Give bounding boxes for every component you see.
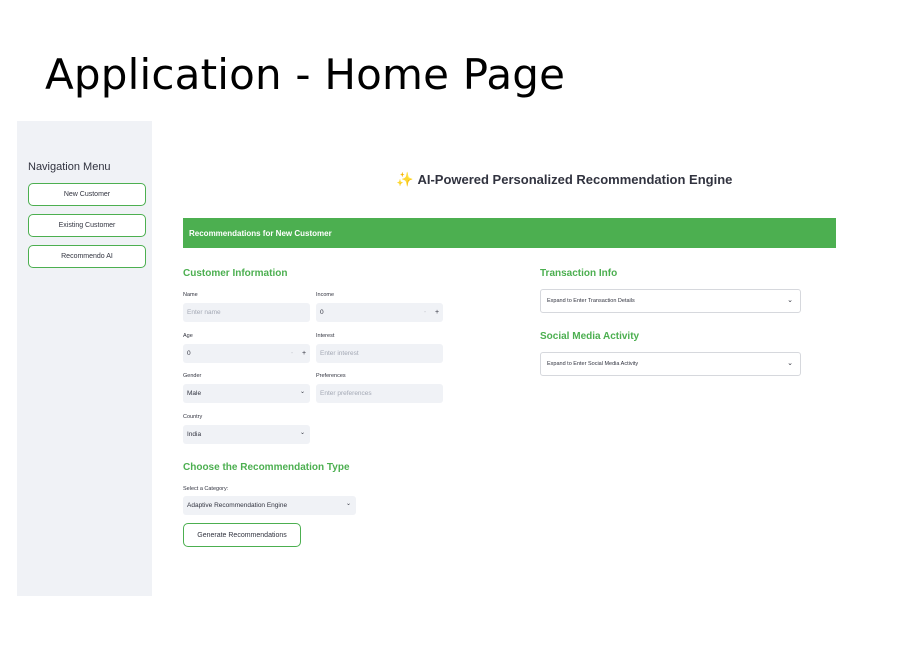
category-select[interactable]: Adaptive Recommendation Engine ⌄ — [183, 496, 356, 515]
slide-title: Application - Home Page — [45, 50, 566, 99]
income-increment-button[interactable]: + — [431, 309, 443, 316]
social-expander-label: Expand to Enter Social Media Activity — [547, 361, 639, 367]
country-value: India — [187, 431, 202, 438]
age-increment-button[interactable]: + — [298, 350, 310, 357]
sparkle-icon: ✨ — [396, 171, 414, 187]
app-header: ✨ AI-Powered Personalized Recommendation… — [396, 171, 732, 188]
gender-select[interactable]: Male ⌄ — [183, 384, 310, 403]
income-decrement-button[interactable]: - — [419, 309, 431, 316]
age-value: 0 — [187, 350, 191, 357]
income-value: 0 — [320, 309, 324, 316]
age-stepper: - + — [286, 344, 310, 363]
age-label: Age — [183, 333, 193, 339]
app-title: AI-Powered Personalized Recommendation E… — [417, 172, 733, 187]
country-select[interactable]: India ⌄ — [183, 425, 310, 444]
chevron-down-icon: ⌄ — [345, 501, 351, 507]
chevron-down-icon: ⌄ — [787, 297, 793, 304]
preferences-placeholder: Enter preferences — [320, 390, 372, 397]
navigation-menu-heading: Navigation Menu — [28, 161, 111, 173]
recommendo-ai-button[interactable]: Recommendo AI — [28, 245, 146, 268]
interest-placeholder: Enter interest — [320, 350, 359, 357]
chevron-down-icon: ⌄ — [299, 389, 305, 395]
existing-customer-button[interactable]: Existing Customer — [28, 214, 146, 237]
name-placeholder: Enter name — [187, 309, 221, 316]
income-input[interactable]: 0 - + — [316, 303, 443, 322]
transaction-expander-label: Expand to Enter Transaction Details — [547, 298, 635, 304]
chevron-down-icon: ⌄ — [299, 430, 305, 436]
age-input[interactable]: 0 - + — [183, 344, 310, 363]
transaction-details-expander[interactable]: Expand to Enter Transaction Details ⌄ — [540, 289, 801, 313]
income-label: Income — [316, 292, 335, 298]
category-label: Select a Category: — [183, 486, 229, 492]
chevron-down-icon: ⌄ — [787, 360, 793, 367]
social-media-activity-heading: Social Media Activity — [540, 331, 640, 342]
sidebar: Navigation Menu New Customer Existing Cu… — [17, 121, 152, 596]
interest-label: Interest — [316, 333, 335, 339]
gender-label: Gender — [183, 373, 202, 379]
income-stepper: - + — [419, 303, 443, 322]
interest-input[interactable]: Enter interest — [316, 344, 443, 363]
preferences-label: Preferences — [316, 373, 346, 379]
recommendations-banner: Recommendations for New Customer — [183, 218, 836, 248]
generate-recommendations-button[interactable]: Generate Recommendations — [183, 523, 301, 547]
preferences-input[interactable]: Enter preferences — [316, 384, 443, 403]
new-customer-button[interactable]: New Customer — [28, 183, 146, 206]
social-media-expander[interactable]: Expand to Enter Social Media Activity ⌄ — [540, 352, 801, 376]
transaction-info-heading: Transaction Info — [540, 268, 618, 279]
country-label: Country — [183, 414, 203, 420]
name-input[interactable]: Enter name — [183, 303, 310, 322]
gender-value: Male — [187, 390, 202, 397]
category-value: Adaptive Recommendation Engine — [187, 502, 288, 509]
customer-information-heading: Customer Information — [183, 268, 288, 279]
recommendation-type-heading: Choose the Recommendation Type — [183, 462, 350, 473]
name-label: Name — [183, 292, 198, 298]
age-decrement-button[interactable]: - — [286, 350, 298, 357]
